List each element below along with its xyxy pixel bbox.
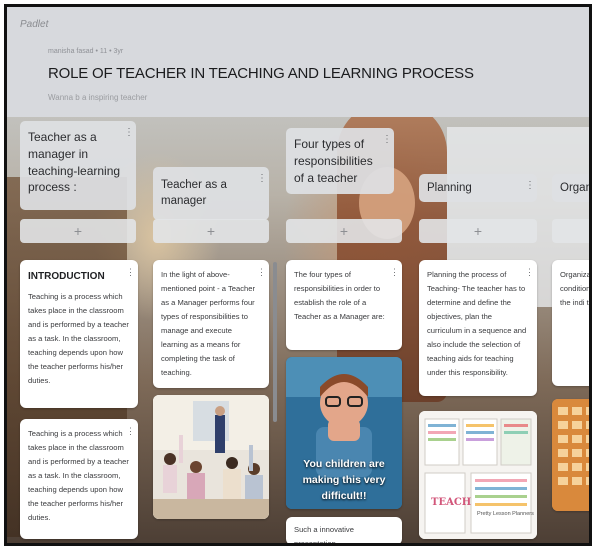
post-card-classroom-photo[interactable] [153, 395, 269, 519]
post-menu-icon[interactable]: ⋮ [126, 423, 135, 440]
column-planning: Planning ⋮ [419, 174, 537, 203]
post-body: In the light of above-mentioned point - … [161, 270, 255, 378]
post-body: Such a innovative presentation [294, 525, 354, 545]
post-menu-icon[interactable]: ⋮ [257, 264, 266, 281]
add-post-button[interactable] [552, 219, 589, 243]
post-card-meme[interactable]: You children are making this very diffic… [286, 357, 402, 509]
post-card-lesson-planner[interactable]: TEACH Pretty Lesson Planners [419, 411, 537, 539]
organizing-chart-image [552, 399, 589, 511]
column-menu-icon[interactable]: ⋮ [257, 172, 267, 186]
column-header: Organiza [552, 174, 592, 203]
add-post-button[interactable]: + [20, 219, 136, 243]
poster-small-text: Pretty Lesson Planners [477, 511, 534, 517]
post-body: Planning the process of Teaching- The te… [427, 270, 527, 378]
post-card-four-types[interactable]: ⋮ The four types of responsibilities in … [286, 260, 402, 350]
post-card-teaching-process[interactable]: ⋮ Teaching is a process which takes plac… [20, 419, 138, 539]
board-header: Padlet manisha fasad • 11 • 3yr ROLE OF … [7, 7, 589, 117]
padlet-window: Padlet manisha fasad • 11 • 3yr ROLE OF … [4, 4, 592, 546]
post-title: INTRODUCTION [28, 271, 105, 282]
column-header: Four types of responsibilities of a teac… [286, 128, 394, 195]
column-title: Four types of responsibilities of a teac… [294, 137, 373, 185]
column-title: Organiza [560, 182, 592, 194]
column-header: Planning ⋮ [419, 174, 537, 203]
add-post-button[interactable]: + [419, 219, 537, 243]
post-body: Teaching is a process which takes place … [28, 291, 129, 385]
column-teacher-as-manager: Teacher as a manager ⋮ [153, 167, 269, 221]
post-card-introduction[interactable]: ⋮ INTRODUCTION Teaching is a process whi… [20, 260, 138, 408]
post-card-manager-responsibilities[interactable]: ⋮ In the light of above-mentioned point … [153, 260, 269, 388]
lesson-planner-image [419, 411, 537, 539]
board-meta: manisha fasad • 11 • 3yr [48, 48, 124, 55]
column-title: Teacher as a manager [161, 179, 227, 208]
column-header: Teacher as a manager in teaching-learnin… [20, 121, 136, 211]
classroom-photo-image [153, 395, 269, 519]
post-menu-icon[interactable]: ⋮ [126, 264, 135, 281]
padlet-logo[interactable]: Padlet [20, 19, 48, 30]
poster-teach-text: TEACH [431, 497, 472, 508]
post-card-organizing-image[interactable] [552, 399, 589, 511]
column-title: Teacher as a manager in teaching-learnin… [28, 130, 121, 195]
post-card-planning[interactable]: ⋮ Planning the process of Teaching- The … [419, 260, 537, 396]
column-teacher-as-manager-process: Teacher as a manager in teaching-learnin… [20, 121, 136, 211]
column-menu-icon[interactable]: ⋮ [525, 179, 535, 193]
post-body: Organization phase, teach conditions an … [560, 270, 592, 308]
post-menu-icon[interactable]: ⋮ [390, 264, 399, 281]
column-menu-icon[interactable]: ⋮ [382, 133, 392, 147]
column-four-types-responsibilities: Four types of responsibilities of a teac… [286, 128, 394, 195]
column-scrollbar[interactable] [273, 262, 277, 422]
board-title: ROLE OF TEACHER IN TEACHING AND LEARNING… [48, 65, 474, 82]
post-card-innovative[interactable]: Such a innovative presentation [286, 517, 402, 545]
post-menu-icon[interactable]: ⋮ [525, 264, 534, 281]
column-organizing: Organiza [552, 174, 592, 203]
post-card-organizing[interactable]: Organization phase, teach conditions an … [552, 260, 592, 386]
post-body: The four types of responsibilities in or… [294, 270, 385, 322]
add-post-button[interactable]: + [286, 219, 402, 243]
column-menu-icon[interactable]: ⋮ [124, 126, 134, 140]
add-post-button[interactable]: + [153, 219, 269, 243]
column-title: Planning [427, 182, 472, 194]
meme-caption: You children are making this very diffic… [302, 458, 386, 502]
board-subtitle: Wanna b a inspiring teacher [48, 93, 148, 102]
column-header: Teacher as a manager ⋮ [153, 167, 269, 221]
post-body: Teaching is a process which takes place … [28, 429, 129, 523]
